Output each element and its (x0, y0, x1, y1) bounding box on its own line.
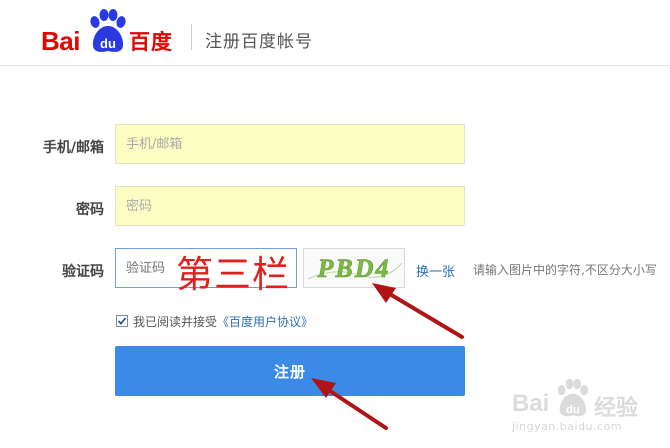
logo-chinese-text: 百度 (129, 30, 173, 54)
check-icon (117, 317, 127, 325)
baidu-jingyan-watermark: Bai du 经验 jingyan.baidu.com (512, 376, 662, 436)
watermark-latin: Bai (512, 390, 550, 417)
page-title: 注册百度帐号 (205, 32, 313, 52)
header: Bai du 百度 注册百度帐号 (0, 0, 670, 66)
refresh-captcha-link[interactable]: 换一张 (416, 261, 455, 280)
logo-latin-text: Bai (41, 26, 80, 56)
phone-label: 手机/邮箱 (42, 140, 104, 156)
agreement-text: 我已阅读并接受 (133, 314, 218, 329)
agreement-row: 我已阅读并接受 《百度用户协议》 (116, 313, 313, 329)
annotation-overlay-text: 第三栏 (176, 253, 290, 296)
header-divider (191, 24, 192, 50)
watermark-chinese: 经验 (594, 396, 639, 421)
password-label: 密码 (76, 202, 104, 218)
paw-icon: du (90, 9, 126, 52)
captcha-text: PBD4 (317, 254, 391, 283)
watermark-url: jingyan.baidu.com (512, 420, 623, 433)
arrow-to-captcha (376, 285, 464, 339)
captcha-hint: 请输入图片中的字符,不区分大小写 (473, 263, 657, 277)
agreement-checkbox[interactable] (116, 315, 128, 327)
captcha-label: 验证码 (62, 264, 104, 280)
user-agreement-link[interactable]: 《百度用户协议》 (217, 313, 313, 330)
password-input[interactable] (115, 186, 465, 226)
register-button[interactable]: 注册 (115, 346, 465, 396)
captcha-graphic: PBD4 (307, 254, 403, 283)
baidu-logo[interactable]: Bai du 百度 (41, 6, 179, 56)
svg-text:du: du (566, 404, 580, 416)
phone-email-input[interactable] (115, 124, 465, 164)
captcha-image[interactable]: PBD4 (303, 248, 405, 288)
logo-du-text: du (100, 36, 116, 51)
watermark-paw-icon: du (557, 378, 589, 417)
